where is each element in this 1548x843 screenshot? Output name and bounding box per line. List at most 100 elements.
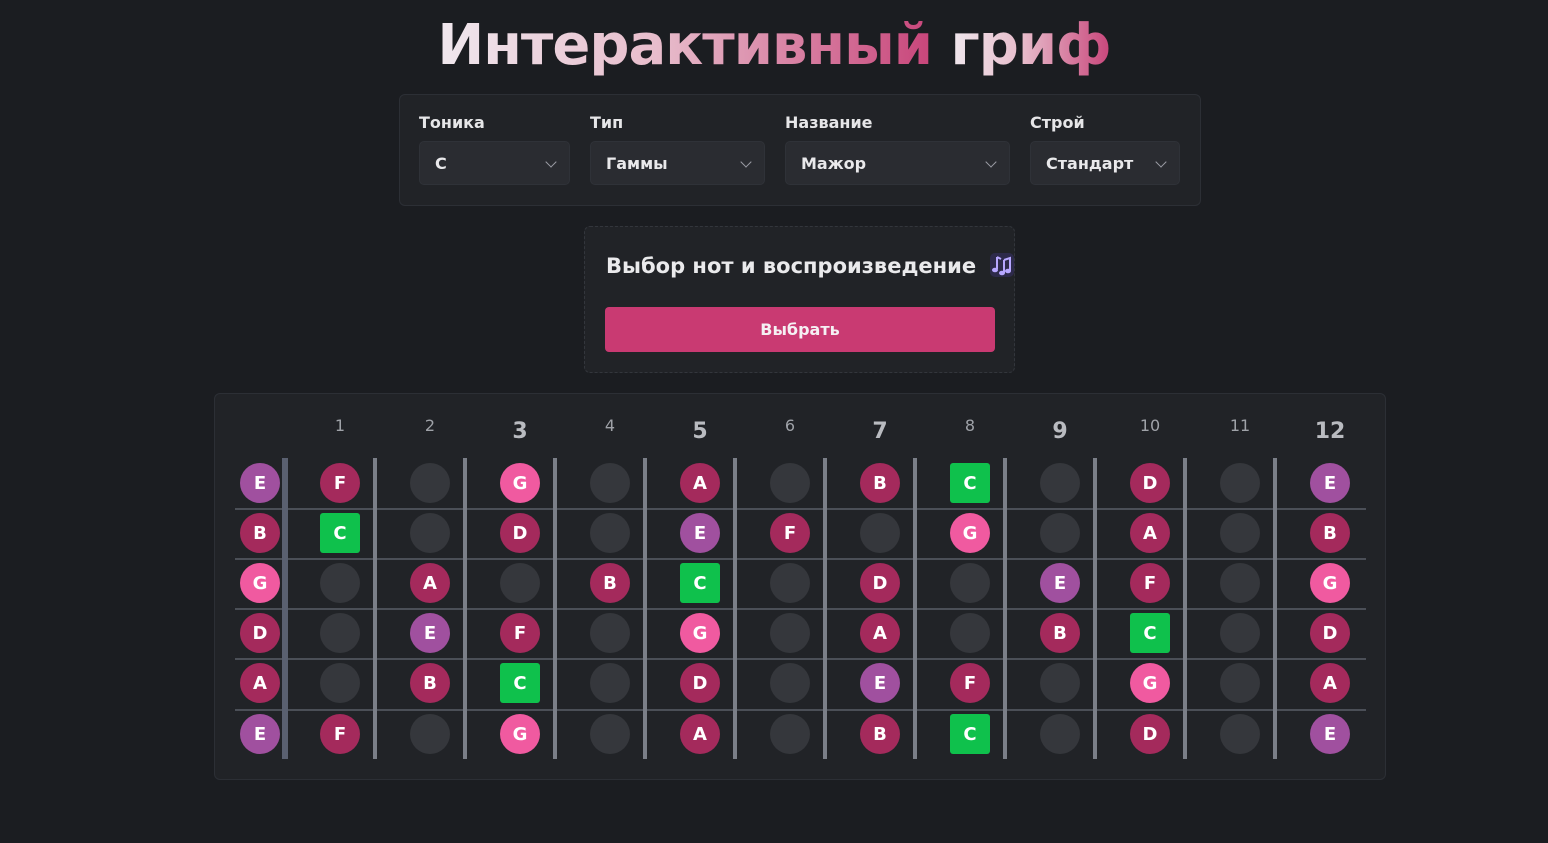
type-select[interactable]: Гаммы: [590, 141, 765, 185]
empty-fret-position[interactable]: [320, 663, 360, 703]
empty-fret-position[interactable]: [770, 463, 810, 503]
note-marker[interactable]: D: [860, 563, 900, 603]
note-marker[interactable]: A: [410, 563, 450, 603]
empty-fret-position[interactable]: [950, 613, 990, 653]
empty-fret-position[interactable]: [410, 513, 450, 553]
empty-fret-position[interactable]: [770, 613, 810, 653]
name-control: Название Мажор: [785, 113, 1010, 185]
empty-fret-position[interactable]: [590, 663, 630, 703]
empty-fret-position[interactable]: [590, 714, 630, 754]
note-marker[interactable]: E: [240, 463, 280, 503]
empty-fret-position[interactable]: [590, 513, 630, 553]
empty-fret-position[interactable]: [770, 663, 810, 703]
empty-fret-position[interactable]: [590, 463, 630, 503]
tuning-label: Строй: [1030, 113, 1085, 132]
note-marker[interactable]: E: [1310, 714, 1350, 754]
chevron-down-icon: [985, 156, 997, 168]
empty-fret-position[interactable]: [1040, 714, 1080, 754]
note-marker[interactable]: D: [1130, 463, 1170, 503]
note-marker[interactable]: G: [1130, 663, 1170, 703]
root-note-marker[interactable]: C: [950, 714, 990, 754]
empty-fret-position[interactable]: [1040, 663, 1080, 703]
note-marker[interactable]: B: [590, 563, 630, 603]
empty-fret-position[interactable]: [1220, 513, 1260, 553]
note-marker[interactable]: B: [240, 513, 280, 553]
fret-wire: [373, 458, 377, 759]
fret-number: 10: [1139, 416, 1161, 435]
string-line: [235, 558, 1366, 560]
string-line: [235, 608, 1366, 610]
note-marker[interactable]: D: [680, 663, 720, 703]
note-marker[interactable]: A: [860, 613, 900, 653]
playback-card: Выбор нот и воспроизведение Выбрать: [584, 226, 1015, 373]
playback-title: Выбор нот и воспроизведение: [606, 254, 977, 278]
empty-fret-position[interactable]: [500, 563, 540, 603]
select-button[interactable]: Выбрать: [605, 307, 995, 352]
note-marker[interactable]: B: [860, 714, 900, 754]
nut: [282, 458, 288, 759]
note-marker[interactable]: G: [950, 513, 990, 553]
note-marker[interactable]: D: [1310, 613, 1350, 653]
note-marker[interactable]: A: [680, 463, 720, 503]
empty-fret-position[interactable]: [1220, 663, 1260, 703]
note-marker[interactable]: A: [680, 714, 720, 754]
fret-wire: [553, 458, 557, 759]
name-select[interactable]: Мажор: [785, 141, 1010, 185]
note-marker[interactable]: D: [240, 613, 280, 653]
note-marker[interactable]: G: [1310, 563, 1350, 603]
empty-fret-position[interactable]: [770, 714, 810, 754]
note-marker[interactable]: A: [1310, 663, 1350, 703]
note-marker[interactable]: G: [680, 613, 720, 653]
empty-fret-position[interactable]: [410, 463, 450, 503]
tuning-select[interactable]: Стандартный: [1030, 141, 1180, 185]
root-note-marker[interactable]: C: [1130, 613, 1170, 653]
empty-fret-position[interactable]: [1220, 463, 1260, 503]
empty-fret-position[interactable]: [410, 714, 450, 754]
note-marker[interactable]: B: [410, 663, 450, 703]
note-marker[interactable]: F: [1130, 563, 1170, 603]
root-note-marker[interactable]: C: [680, 563, 720, 603]
note-marker[interactable]: E: [240, 714, 280, 754]
note-marker[interactable]: E: [680, 513, 720, 553]
empty-fret-position[interactable]: [770, 563, 810, 603]
fret-wire: [1003, 458, 1007, 759]
fret-number: 12: [1314, 419, 1346, 444]
note-marker[interactable]: A: [1130, 513, 1170, 553]
empty-fret-position[interactable]: [860, 513, 900, 553]
empty-fret-position[interactable]: [1040, 513, 1080, 553]
empty-fret-position[interactable]: [590, 613, 630, 653]
note-marker[interactable]: G: [500, 714, 540, 754]
empty-fret-position[interactable]: [320, 563, 360, 603]
note-marker[interactable]: A: [240, 663, 280, 703]
note-marker[interactable]: B: [1040, 613, 1080, 653]
note-marker[interactable]: D: [500, 513, 540, 553]
page-title-part1: Интерактивный: [437, 13, 933, 78]
fret-number: 8: [964, 416, 976, 435]
root-note-marker[interactable]: C: [950, 463, 990, 503]
note-marker[interactable]: D: [1130, 714, 1170, 754]
root-note-marker[interactable]: C: [500, 663, 540, 703]
note-marker[interactable]: F: [500, 613, 540, 653]
note-marker[interactable]: B: [1310, 513, 1350, 553]
note-marker[interactable]: E: [1310, 463, 1350, 503]
note-marker[interactable]: F: [320, 714, 360, 754]
note-marker[interactable]: E: [860, 663, 900, 703]
note-marker[interactable]: F: [950, 663, 990, 703]
note-marker[interactable]: E: [410, 613, 450, 653]
note-marker[interactable]: G: [240, 563, 280, 603]
note-marker[interactable]: E: [1040, 563, 1080, 603]
empty-fret-position[interactable]: [1220, 714, 1260, 754]
empty-fret-position[interactable]: [1220, 613, 1260, 653]
empty-fret-position[interactable]: [1040, 463, 1080, 503]
tonic-value: C: [435, 153, 447, 173]
note-marker[interactable]: F: [320, 463, 360, 503]
empty-fret-position[interactable]: [950, 563, 990, 603]
empty-fret-position[interactable]: [1220, 563, 1260, 603]
tonic-select[interactable]: C: [419, 141, 570, 185]
note-marker[interactable]: B: [860, 463, 900, 503]
root-note-marker[interactable]: C: [320, 513, 360, 553]
empty-fret-position[interactable]: [320, 613, 360, 653]
fret-number: 4: [604, 416, 616, 435]
note-marker[interactable]: G: [500, 463, 540, 503]
note-marker[interactable]: F: [770, 513, 810, 553]
